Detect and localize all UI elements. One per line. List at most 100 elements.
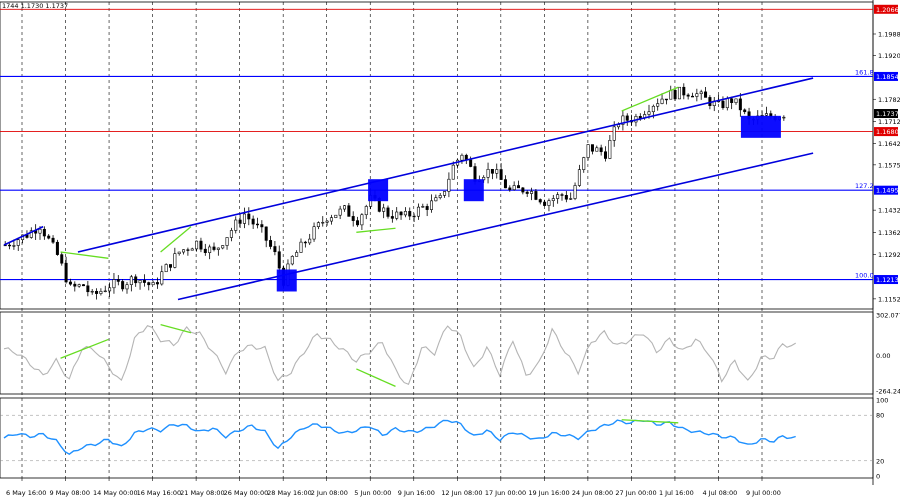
- candle-body: [16, 239, 20, 246]
- time-tick-label: 6 May 16:00: [6, 489, 46, 497]
- candle-body: [434, 197, 438, 202]
- candle-body: [395, 211, 399, 219]
- rsi-tick-label: 80: [876, 412, 884, 420]
- candle-body: [12, 245, 16, 247]
- candle-body: [508, 187, 512, 190]
- candle-body: [530, 191, 534, 194]
- candle-body: [673, 89, 677, 100]
- current-price-label: 1.1737: [876, 110, 899, 118]
- candle-body: [290, 256, 294, 265]
- candle-body: [190, 248, 194, 251]
- candle-body: [147, 282, 151, 286]
- trading-chart: 161.8 127.2 100.0 1.2066 1.1854 1.1680 1.1495…: [0, 0, 900, 497]
- candle-body: [556, 194, 560, 199]
- candle-body: [603, 151, 607, 159]
- level-label-1.1213: 1.1213: [876, 276, 899, 284]
- candle-body: [151, 282, 155, 286]
- candle-body: [51, 237, 55, 243]
- candle-body: [721, 100, 725, 109]
- candle-body: [38, 228, 42, 234]
- price-tick-label: 1.1575: [878, 161, 900, 169]
- candle-body: [277, 251, 281, 269]
- candle-body: [234, 219, 238, 231]
- candle-body: [595, 147, 599, 152]
- candle-body: [412, 215, 416, 218]
- time-tick-label: 14 May 00:00: [93, 489, 138, 497]
- candle-body: [608, 140, 612, 159]
- candle-body: [247, 213, 251, 220]
- candle-body: [734, 98, 738, 103]
- candle-body: [160, 271, 164, 285]
- price-axis: 1.2066 1.1854 1.1680 1.1495 1.1213 1.1988 1.19…: [873, 4, 900, 481]
- candle-body: [682, 86, 686, 96]
- candle-body: [316, 222, 320, 227]
- candle-body: [221, 245, 225, 249]
- time-tick-label: 5 Jun 00:00: [354, 489, 391, 497]
- candle-body: [599, 147, 603, 153]
- candle-body: [351, 216, 355, 221]
- candle-body: [264, 226, 268, 241]
- candle-body: [573, 185, 577, 199]
- fib-label-161.8: 161.8: [855, 68, 874, 76]
- candle-body: [586, 144, 590, 158]
- level-label-1.2066: 1.2066: [876, 6, 899, 14]
- signal-marker-2: [463, 179, 484, 202]
- candle-body: [60, 254, 64, 264]
- candle-body: [334, 214, 338, 218]
- candle-body: [512, 185, 516, 190]
- time-tick-label: 28 May 16:00: [267, 489, 312, 497]
- candle-body: [342, 205, 346, 210]
- level-label-1.1854: 1.1854: [876, 73, 899, 81]
- cci-line: [3, 325, 796, 386]
- price-tick-label: 1.1362: [878, 229, 900, 237]
- candle-body: [543, 201, 547, 206]
- candle-body: [329, 217, 333, 222]
- candle-body: [108, 287, 112, 292]
- candle-body: [225, 237, 229, 246]
- candle-body: [195, 240, 199, 250]
- candle-body: [490, 168, 494, 174]
- rsi-line: [3, 419, 796, 456]
- candle-body: [55, 241, 59, 255]
- signal-marker-3: [740, 115, 781, 138]
- candle-body: [47, 235, 51, 239]
- price-divergence-0: [60, 251, 109, 259]
- fib-label-100.0: 100.0: [855, 272, 874, 280]
- candle-body: [443, 191, 447, 196]
- level-label-1.1495: 1.1495: [876, 187, 899, 195]
- candle-body: [495, 169, 499, 174]
- candle-body: [677, 86, 681, 100]
- candle-body: [516, 185, 520, 189]
- candle-body: [99, 291, 103, 294]
- candle-body: [182, 249, 186, 253]
- chart-header: 1744 1.1730 1.1737: [2, 2, 68, 10]
- candle-body: [499, 169, 503, 180]
- time-tick-label: 9 Jul 00:00: [746, 489, 781, 497]
- price-tick-label: 1.1152: [878, 295, 900, 303]
- candle-body: [90, 290, 94, 293]
- candle-body: [68, 281, 72, 285]
- candle-body: [116, 279, 120, 282]
- candle-body: [73, 283, 77, 287]
- candle-body: [569, 198, 573, 200]
- candle-body: [656, 103, 660, 107]
- candle-body: [212, 246, 216, 250]
- candle-body: [704, 91, 708, 98]
- candle-body: [699, 91, 703, 94]
- candle-body: [521, 187, 525, 193]
- candle-body: [582, 157, 586, 170]
- time-tick-label: 21 May 08:00: [180, 489, 225, 497]
- candlestick-series: [3, 83, 786, 300]
- price-tick-label: 1.1292: [878, 251, 900, 259]
- candle-body: [364, 206, 368, 216]
- candle-body: [525, 191, 529, 194]
- time-axis: 6 May 16:00 9 May 08:00 14 May 00:0016 May…: [6, 478, 781, 497]
- cci-tick-label: 0.00: [876, 352, 890, 360]
- candle-body: [199, 240, 203, 250]
- candle-body: [8, 244, 12, 247]
- candle-body: [738, 98, 742, 111]
- candle-body: [664, 98, 668, 101]
- channel-line-1: [177, 152, 814, 301]
- candle-body: [321, 222, 325, 224]
- candle-body: [216, 247, 220, 250]
